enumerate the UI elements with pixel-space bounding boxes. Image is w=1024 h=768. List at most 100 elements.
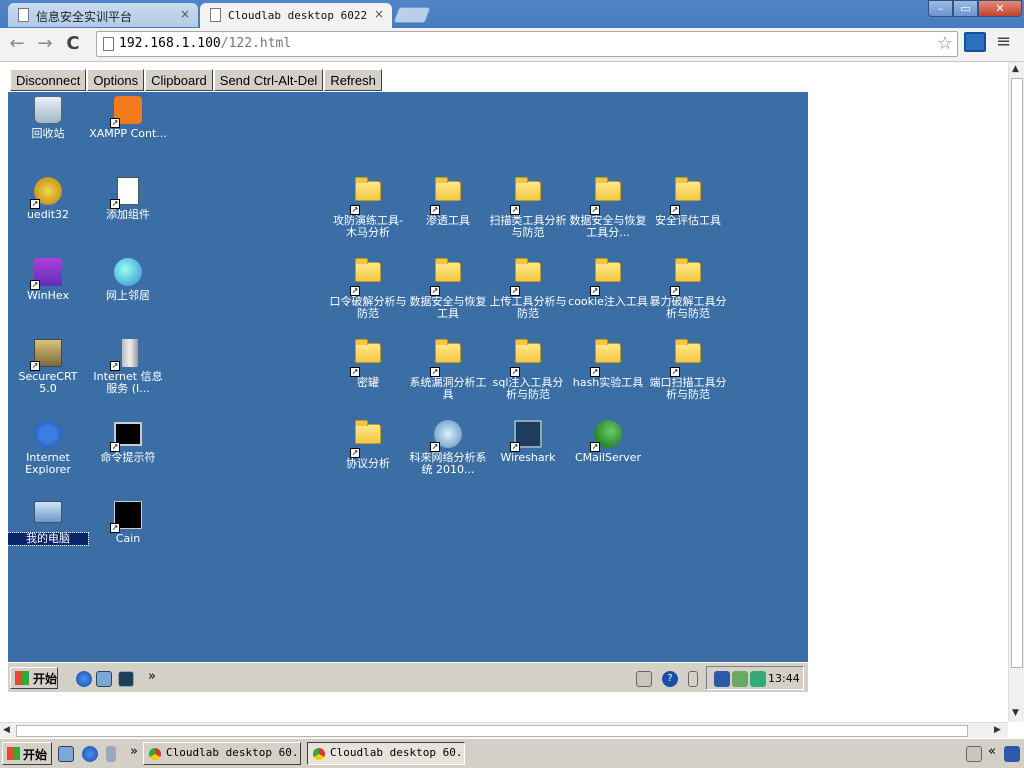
desktop-folder[interactable]: ↗ 上传工具分析与防范 (488, 256, 568, 320)
tab-title: 信息安全实训平台 (36, 10, 133, 24)
desktop-icon-cmd[interactable]: ↗ 命令提示符 (88, 418, 168, 464)
desktop-folder[interactable]: ↗ 攻防演练工具-木马分析 (328, 175, 408, 239)
close-window-button[interactable]: ✕ (978, 0, 1022, 17)
ie-quicklaunch-icon[interactable] (82, 746, 98, 762)
desktop-folder[interactable]: ↗ sql注入工具分析与防范 (488, 337, 568, 401)
minimize-button[interactable]: – (928, 0, 953, 17)
desktop-folder[interactable]: ↗ 安全评估工具 (648, 175, 728, 227)
windows-flag-icon (7, 747, 20, 760)
scroll-thumb[interactable] (1011, 78, 1023, 668)
network-globe-icon (114, 258, 142, 286)
desktop-icon-ie[interactable]: Internet Explorer (8, 418, 88, 476)
desktop-icon-add-component[interactable]: ↗ 添加组件 (88, 175, 168, 221)
remote-clock: 13:44 (768, 672, 800, 685)
back-arrow-icon[interactable]: ← (6, 33, 28, 55)
desktop-folder[interactable]: ↗ 端口扫描工具分析与防范 (648, 337, 728, 401)
shortcut-arrow-icon: ↗ (350, 448, 360, 458)
start-button[interactable]: 开始 (2, 742, 52, 765)
shortcut-arrow-icon: ↗ (510, 205, 520, 215)
desktop-folder[interactable]: ↗ 口令破解分析与防范 (328, 256, 408, 320)
shortcut-arrow-icon: ↗ (350, 286, 360, 296)
shortcut-arrow-icon: ↗ (590, 367, 600, 377)
desktop-icon-recycle-bin[interactable]: 回收站 (8, 94, 88, 140)
chevron-icon[interactable]: » (130, 744, 138, 759)
url-text[interactable]: 192.168.1.100/122.html (119, 36, 291, 51)
send-ctrl-alt-del-button[interactable]: Send Ctrl-Alt-Del (213, 69, 324, 91)
desktop-icon-winhex[interactable]: ↗ WinHex (8, 256, 88, 302)
folder-icon (355, 339, 381, 363)
close-tab-icon[interactable]: × (180, 7, 190, 21)
extension-icon[interactable] (964, 32, 986, 52)
desktop-folder[interactable]: ↗ 系统漏洞分析工具 (408, 337, 488, 401)
folder-icon (675, 258, 701, 282)
scroll-right-icon[interactable]: ▶ (994, 725, 1001, 735)
maximize-button[interactable]: ▭ (953, 0, 978, 17)
desktop-icon-securecrt[interactable]: ↗ SecureCRT 5.0 (8, 337, 88, 395)
disconnect-button[interactable]: Disconnect (10, 69, 87, 91)
wireshark-quicklaunch-icon[interactable] (118, 671, 134, 687)
address-bar[interactable]: 192.168.1.100/122.html ☆ (96, 31, 958, 57)
desktop-folder[interactable]: ↗ 渗透工具 (408, 175, 488, 227)
url-path: /122.html (220, 36, 292, 51)
update-tray-icon[interactable] (750, 671, 766, 687)
desktop-icon-my-computer[interactable]: 我的电脑 (8, 499, 89, 546)
new-tab-button[interactable] (393, 7, 431, 23)
desktop-icon-cain[interactable]: ↗ Cain (88, 499, 168, 545)
folder-icon (435, 177, 461, 201)
horizontal-scrollbar[interactable]: ◀ ▶ (0, 722, 1008, 738)
shortcut-arrow-icon: ↗ (590, 442, 600, 452)
remote-start-button[interactable]: 开始 (10, 667, 58, 689)
desktop-folder[interactable]: ↗ 暴力破解工具分析与防范 (648, 256, 728, 320)
tab-title: Cloudlab desktop 6022 (228, 9, 368, 22)
desktop-folder[interactable]: ↗ cookie注入工具 (568, 256, 648, 308)
remote-desktop[interactable]: 回收站 ↗ XAMPP Cont... ↗ uedit32 ↗ 添加组件 ↗ W… (8, 92, 808, 692)
desktop-icon-network[interactable]: 网上邻居 (88, 256, 168, 302)
chevron-left-icon[interactable]: « (988, 744, 996, 759)
folder-icon (435, 258, 461, 282)
restore-icon[interactable] (688, 671, 698, 687)
forward-arrow-icon[interactable]: → (34, 33, 56, 55)
settings-quicklaunch-icon[interactable] (96, 671, 112, 687)
close-tab-icon[interactable]: × (374, 7, 384, 21)
keyboard-icon[interactable] (966, 746, 982, 762)
shortcut-arrow-icon: ↗ (510, 367, 520, 377)
scroll-left-icon[interactable]: ◀ (3, 725, 10, 735)
desktop-folder[interactable]: ↗ 协议分析 (328, 418, 408, 470)
clipboard-button[interactable]: Clipboard (145, 69, 213, 91)
menu-icon[interactable]: ≡ (996, 31, 1011, 52)
desktop-icon-iis[interactable]: ↗ Internet 信息服务 (I... (88, 337, 168, 395)
scroll-thumb[interactable] (16, 725, 968, 737)
security-tray-icon[interactable] (732, 671, 748, 687)
network-tray-icon[interactable] (1004, 746, 1020, 762)
vertical-scrollbar[interactable]: ▲ ▼ (1008, 62, 1024, 722)
reload-icon[interactable]: C (62, 33, 84, 55)
refresh-button[interactable]: Refresh (324, 69, 382, 91)
internet-explorer-icon (34, 420, 62, 448)
desktop-icon-uedit32[interactable]: ↗ uedit32 (8, 175, 88, 221)
desktop-icon-cmailserver[interactable]: ↗ CMailServer (568, 418, 648, 464)
scroll-down-icon[interactable]: ▼ (1012, 708, 1019, 718)
desktop-icon-colasoft[interactable]: ↗ 科来网络分析系统 2010... (408, 418, 488, 476)
taskbar-task-cloudlab-2[interactable]: Cloudlab desktop 60... (307, 742, 465, 765)
folder-icon (595, 339, 621, 363)
scroll-up-icon[interactable]: ▲ (1012, 64, 1019, 74)
chevron-icon[interactable]: » (148, 669, 156, 684)
tab-info-security[interactable]: 信息安全实训平台 × (8, 3, 198, 27)
ie-quicklaunch-icon[interactable] (76, 671, 92, 687)
server-quicklaunch-icon[interactable] (106, 746, 116, 762)
desktop-icon-wireshark[interactable]: ↗ Wireshark (488, 418, 568, 464)
settings-quicklaunch-icon[interactable] (58, 746, 74, 762)
taskbar-task-cloudlab-1[interactable]: Cloudlab desktop 60... (143, 742, 301, 765)
keyboard-icon[interactable] (636, 671, 652, 687)
tab-cloudlab[interactable]: Cloudlab desktop 6022 × (200, 3, 392, 28)
desktop-folder[interactable]: ↗ 密罐 (328, 337, 408, 389)
bookmark-star-icon[interactable]: ☆ (937, 33, 953, 54)
desktop-folder[interactable]: ↗ 扫描类工具分析与防范 (488, 175, 568, 239)
help-icon[interactable]: ? (662, 671, 678, 687)
desktop-folder[interactable]: ↗ 数据安全与恢复工具分... (568, 175, 648, 239)
network-tray-icon[interactable] (714, 671, 730, 687)
desktop-folder[interactable]: ↗ hash实验工具 (568, 337, 648, 389)
options-button[interactable]: Options (87, 69, 145, 91)
desktop-icon-xampp[interactable]: ↗ XAMPP Cont... (88, 94, 168, 140)
desktop-folder[interactable]: ↗ 数据安全与恢复工具 (408, 256, 488, 320)
